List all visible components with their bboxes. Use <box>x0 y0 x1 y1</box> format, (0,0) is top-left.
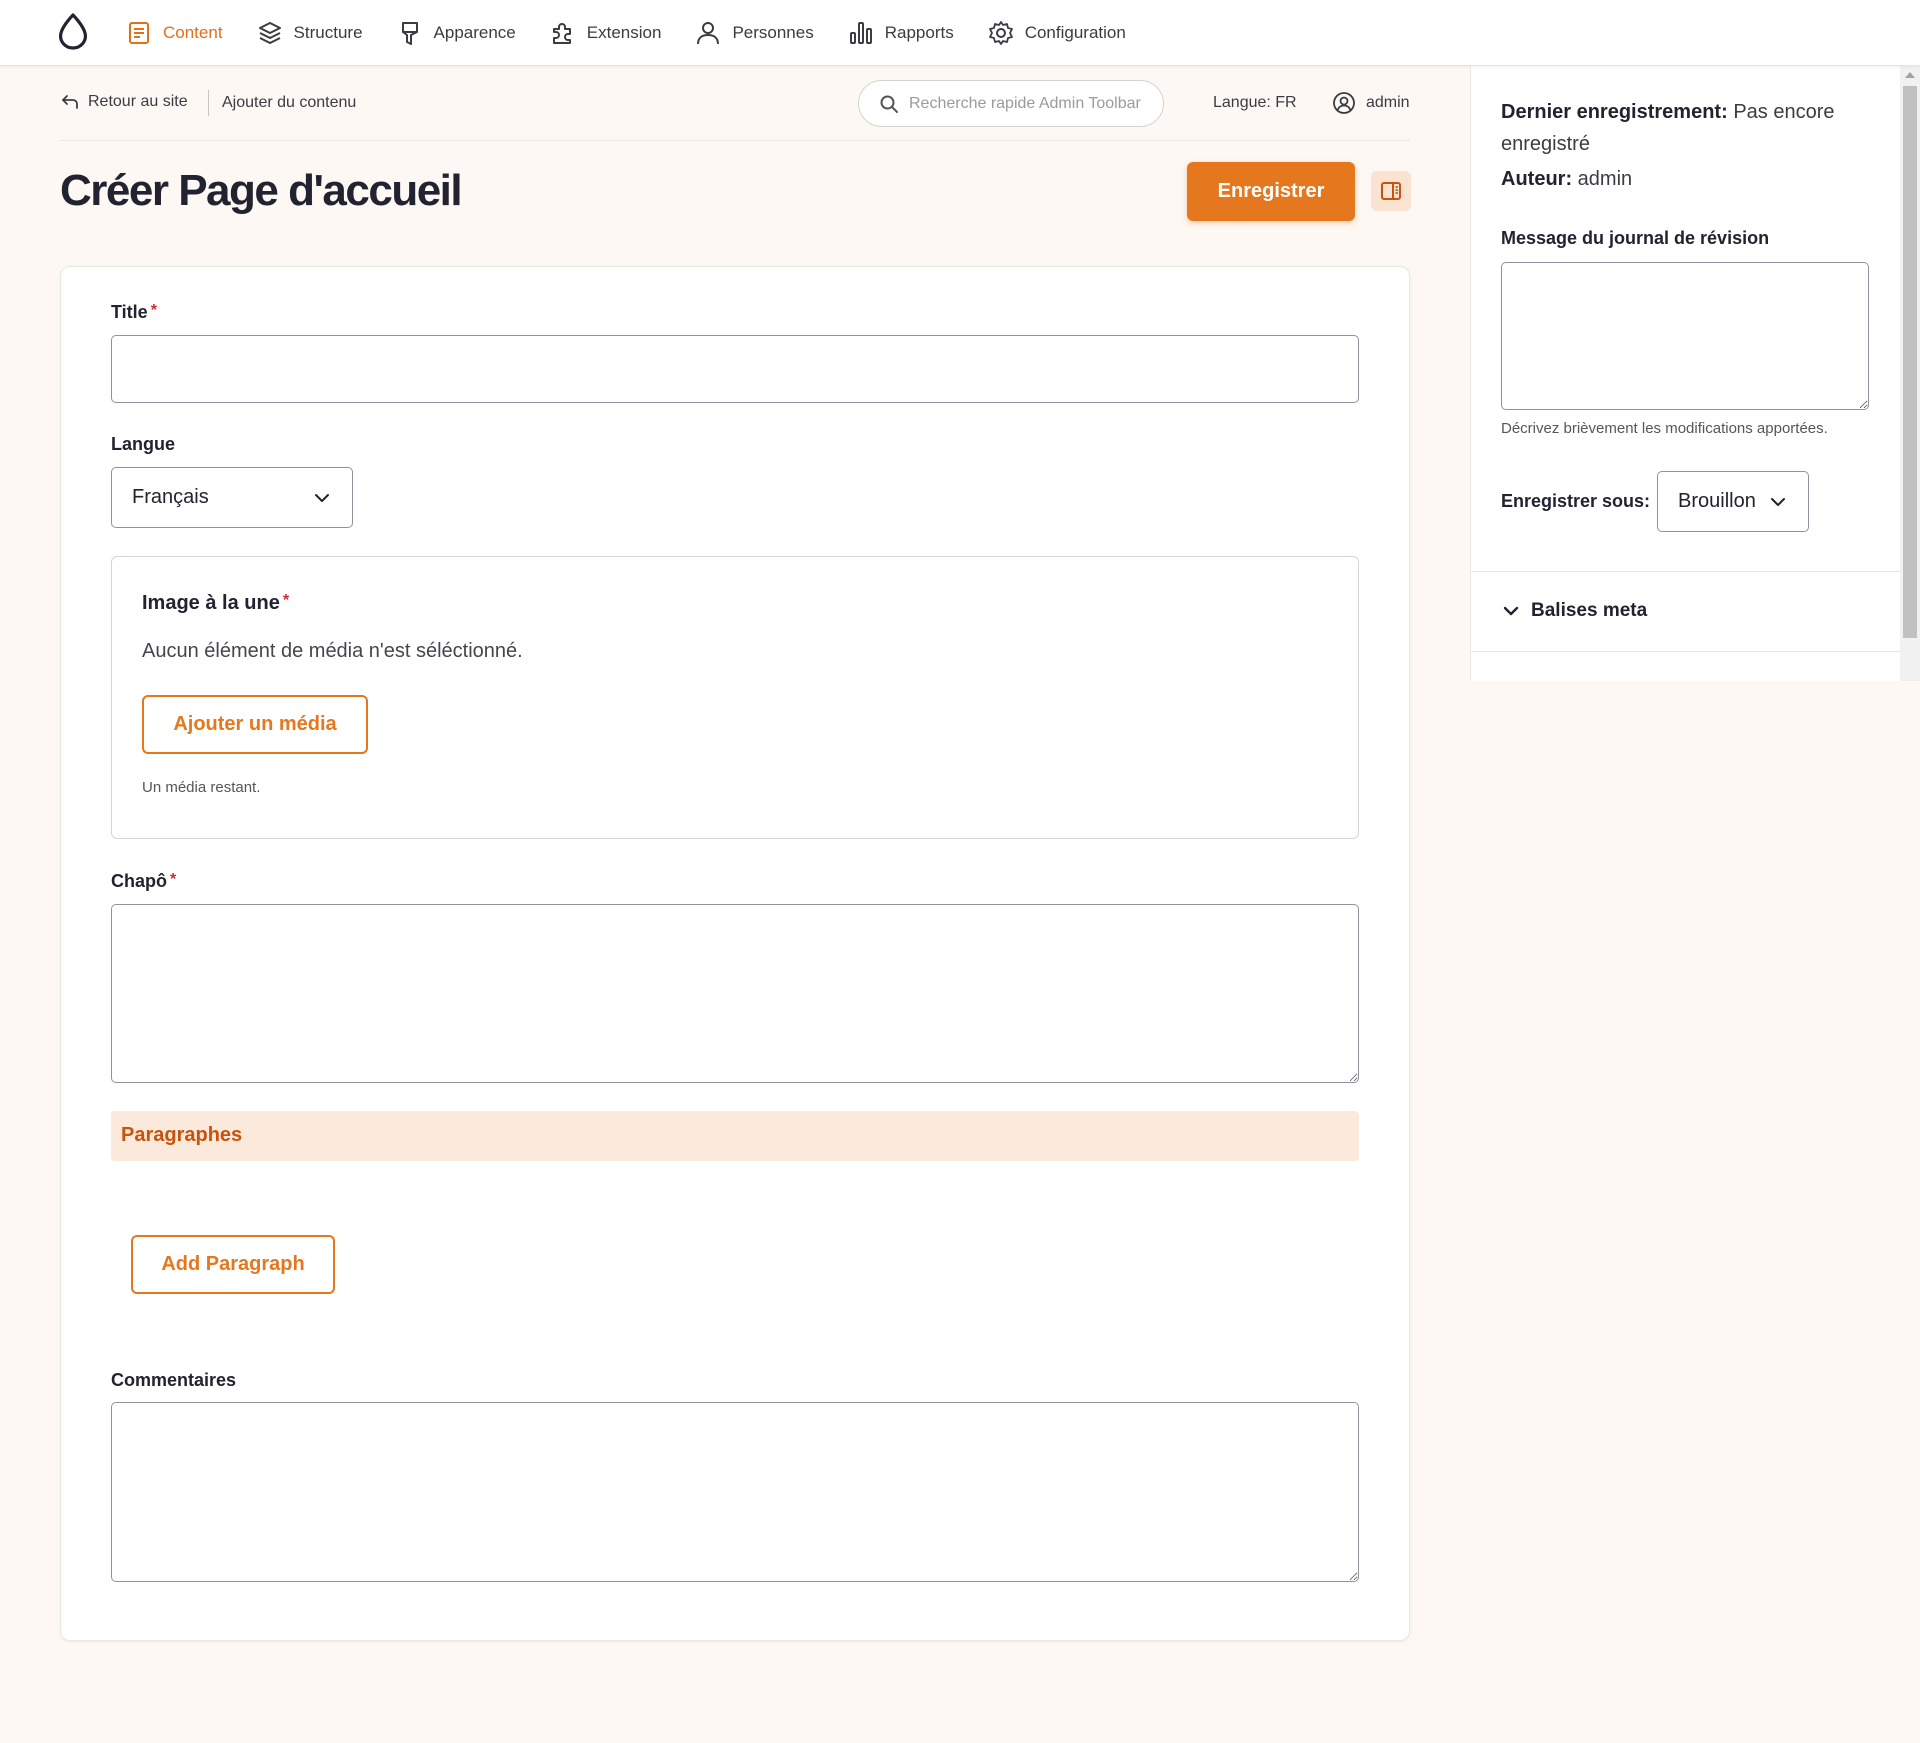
moderation-state-label: Enregistrer sous: <box>1501 491 1651 511</box>
featured-image-field: Image à la une * Aucun élément de média n… <box>111 556 1359 839</box>
chapo-field-label: Chapô * <box>111 871 176 892</box>
title-field-label: Title * <box>111 302 157 323</box>
chevron-down-icon <box>1771 497 1785 506</box>
moderation-state-select[interactable]: Brouillon <box>1657 471 1809 532</box>
featured-image-label-text: Image à la une <box>142 592 280 614</box>
person-icon <box>697 22 720 45</box>
featured-image-label: Image à la une * <box>142 592 289 615</box>
add-paragraph-button[interactable]: Add Paragraph <box>131 1235 335 1294</box>
puzzle-icon <box>552 23 571 44</box>
admin-toolbar: Content Structure Apparence Extension Pe… <box>0 0 1920 66</box>
layers-icon <box>258 22 281 44</box>
media-empty-message: Aucun élément de média n'est séléctionné… <box>142 640 523 662</box>
language-select[interactable]: Français <box>111 467 353 528</box>
back-label: Retour au site <box>88 93 188 110</box>
language-field-label: Langue <box>111 434 176 454</box>
chevron-down-icon <box>1503 606 1519 616</box>
meta-sidebar: Dernier enregistrement: Pas encore enreg… <box>1470 66 1901 681</box>
scroll-up-arrow-icon[interactable] <box>1904 70 1916 80</box>
node-form: Title * Langue Français Image à la une * A… <box>60 266 1410 1641</box>
divider <box>1471 651 1901 652</box>
user-circle-icon <box>1333 92 1355 114</box>
nav-label: Rapports <box>884 23 954 42</box>
divider <box>208 90 209 116</box>
comments-field-label: Commentaires <box>111 1370 237 1390</box>
main-nav: Content Structure Apparence Extension Pe… <box>126 0 1160 66</box>
revision-log-label: Message du journal de révision <box>1501 228 1770 248</box>
comments-textarea[interactable] <box>111 1402 1359 1582</box>
language-switcher[interactable]: Langue: FR <box>1213 94 1297 112</box>
chapo-textarea[interactable] <box>111 904 1359 1083</box>
last-saved-label: Dernier enregistrement: <box>1501 101 1728 123</box>
nav-item-configuration[interactable]: Configuration <box>988 0 1126 66</box>
nav-item-extension[interactable]: Extension <box>550 0 662 66</box>
admin-search <box>858 80 1164 127</box>
nav-item-appearance[interactable]: Apparence <box>397 0 516 66</box>
author-info: Auteur: admin <box>1501 168 1632 191</box>
user-label: admin <box>1366 94 1410 111</box>
back-to-site-link[interactable]: Retour au site <box>60 92 188 112</box>
nav-label: Content <box>163 23 223 42</box>
language-select-value: Français <box>132 486 209 508</box>
add-content-link[interactable]: Ajouter du contenu <box>222 94 356 112</box>
revision-log-help: Décrivez brièvement les modifications ap… <box>1501 420 1828 437</box>
title-input[interactable] <box>111 335 1359 403</box>
search-icon <box>880 95 898 113</box>
nav-label: Configuration <box>1024 23 1126 42</box>
scrollbar-thumb[interactable] <box>1903 86 1917 638</box>
paragraphs-title: Paragraphes <box>121 1124 243 1146</box>
content-icon <box>129 22 149 44</box>
paragraphs-header: Paragraphes <box>111 1111 1359 1161</box>
author-label: Auteur: <box>1501 168 1573 190</box>
nav-item-people[interactable]: Personnes <box>695 0 814 66</box>
main-content: Retour au site Ajouter du contenu Langue… <box>0 66 1470 1743</box>
nav-label: Apparence <box>433 23 516 42</box>
nav-item-content[interactable]: Content <box>126 0 223 66</box>
author-value: admin <box>1577 168 1633 190</box>
drupal-logo-icon[interactable] <box>57 13 89 51</box>
revision-log-textarea[interactable] <box>1501 262 1869 410</box>
add-media-button[interactable]: Ajouter un média <box>142 695 368 754</box>
sidebar-toggle-button[interactable] <box>1371 171 1411 211</box>
save-button[interactable]: Enregistrer <box>1187 162 1355 221</box>
meta-tags-label: Balises meta <box>1531 600 1648 621</box>
secondary-toolbar: Retour au site Ajouter du contenu Langue… <box>60 66 1410 141</box>
nav-item-reports[interactable]: Rapports <box>848 0 954 66</box>
gear-icon <box>988 21 1013 45</box>
meta-tags-toggle[interactable]: Balises meta <box>1501 600 1647 622</box>
moderation-state-value: Brouillon <box>1678 490 1756 512</box>
chapo-label-text: Chapô <box>111 871 167 891</box>
bar-chart-icon <box>849 22 872 44</box>
nav-label: Structure <box>293 23 363 42</box>
required-marker: * <box>170 871 177 888</box>
user-menu[interactable]: admin <box>1332 91 1410 115</box>
title-label-text: Title <box>111 302 148 322</box>
sidebar-panel-icon <box>1381 182 1401 200</box>
required-marker: * <box>150 302 157 319</box>
nav-label: Extension <box>586 23 662 42</box>
search-input[interactable] <box>909 94 1149 113</box>
nav-item-structure[interactable]: Structure <box>257 0 363 66</box>
page-title: Créer Page d'accueil <box>60 166 463 215</box>
arrow-back-icon <box>62 95 78 109</box>
chevron-down-icon <box>315 493 329 502</box>
media-help-text: Un média restant. <box>142 779 261 796</box>
last-saved-info: Dernier enregistrement: Pas encore enreg… <box>1501 96 1881 160</box>
required-marker: * <box>282 592 290 609</box>
divider <box>1471 571 1901 572</box>
brush-icon <box>401 22 418 45</box>
nav-label: Personnes <box>732 23 814 42</box>
